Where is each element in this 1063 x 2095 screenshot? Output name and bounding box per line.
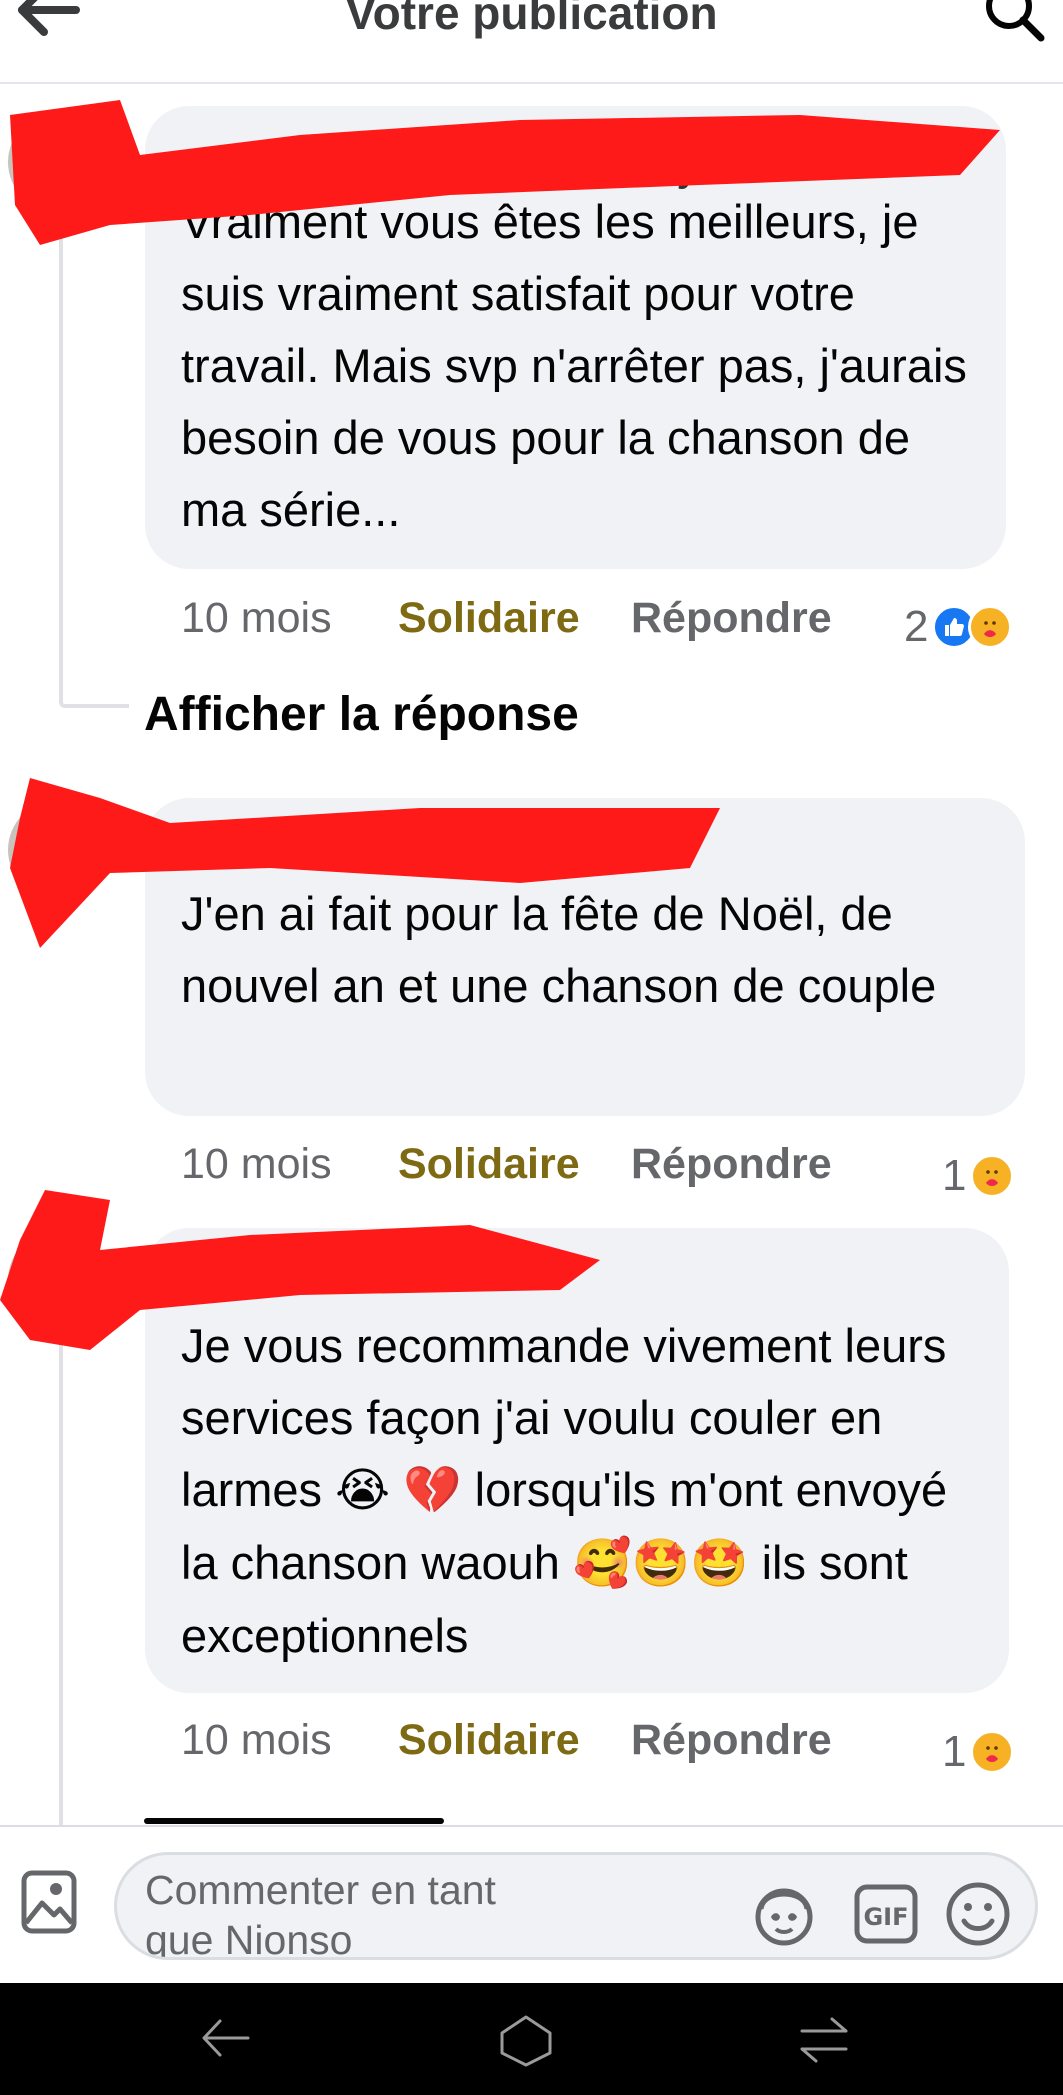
- thread-connector-hook: [59, 640, 129, 708]
- comment-bubble[interactable]: k y Vraiment vous êtes les meilleurs, je…: [145, 106, 1006, 569]
- comment-text: Vraiment vous êtes les meilleurs, je sui…: [181, 195, 967, 536]
- comment-input-placeholder: Commenter en tant que Nionso: [145, 1867, 496, 1960]
- comment-author[interactable]: k y: [645, 148, 698, 191]
- nav-recents-icon[interactable]: [796, 2013, 852, 2067]
- reaction-summary[interactable]: 2: [904, 597, 1013, 657]
- photo-icon[interactable]: [20, 1867, 80, 1937]
- top-bar: Votre publication: [0, 0, 1063, 84]
- comment-actions: 10 mois Solidaire Répondre: [181, 588, 832, 648]
- love-star-emojis: 🥰🤩🤩: [572, 1536, 749, 1591]
- gif-icon[interactable]: GIF: [851, 1879, 921, 1949]
- reply-button[interactable]: Répondre: [631, 1134, 832, 1194]
- reaction-count: 1: [942, 1727, 967, 1776]
- comment-text: Je vous recommande vivement leurs servic…: [181, 1310, 985, 1672]
- comment-time: 10 mois: [181, 594, 332, 642]
- emoji-icon[interactable]: [943, 1879, 1013, 1949]
- comment-actions: 10 mois Solidaire Répondre: [181, 1134, 832, 1194]
- comment-bubble[interactable]: J'en ai fait pour la fête de Noël, de no…: [145, 798, 1025, 1116]
- comment-actions: 10 mois Solidaire Répondre: [181, 1710, 832, 1770]
- system-navigation-bar: [0, 1983, 1063, 2095]
- care-reaction-icon: [968, 605, 1013, 649]
- svg-text:GIF: GIF: [863, 1903, 908, 1931]
- avatar-sticker-icon[interactable]: [749, 1879, 819, 1949]
- view-more-replies-link[interactable]: [144, 1808, 464, 1825]
- avatar[interactable]: [8, 1230, 108, 1330]
- comment-time: 10 mois: [181, 1716, 332, 1764]
- like-button[interactable]: Solidaire: [398, 588, 631, 648]
- nav-home-icon[interactable]: [496, 2013, 556, 2069]
- care-reaction-icon: [970, 1154, 1015, 1198]
- crying-emoji: 😭: [335, 1463, 391, 1518]
- comment-input[interactable]: Commenter en tant que Nionso GIF: [114, 1852, 1038, 1960]
- nav-back-icon[interactable]: [196, 2013, 256, 2063]
- care-reaction-icon: [970, 1730, 1015, 1774]
- comment-time: 10 mois: [181, 1140, 332, 1188]
- reaction-count: 2: [904, 602, 929, 651]
- reply-button[interactable]: Répondre: [631, 1710, 832, 1770]
- show-reply-link[interactable]: Afficher la réponse: [144, 687, 579, 742]
- avatar[interactable]: [8, 800, 108, 900]
- thread-connector: [59, 230, 63, 680]
- comment-composer: Commenter en tant que Nionso GIF: [0, 1825, 1063, 1983]
- search-icon[interactable]: [981, 0, 1047, 52]
- reaction-summary[interactable]: 1: [942, 1146, 1015, 1206]
- reaction-count: 1: [942, 1151, 967, 1200]
- reply-button[interactable]: Répondre: [631, 588, 832, 648]
- like-button[interactable]: Solidaire: [398, 1710, 631, 1770]
- comment-bubble[interactable]: Je vous recommande vivement leurs servic…: [145, 1228, 1009, 1693]
- thread-connector: [59, 1340, 63, 1825]
- page-title: Votre publication: [345, 0, 718, 39]
- avatar[interactable]: [8, 112, 108, 212]
- comment-text: J'en ai fait pour la fête de Noël, de no…: [181, 887, 937, 1012]
- reaction-summary[interactable]: 1: [942, 1722, 1015, 1782]
- broken-heart-emoji: 💔: [403, 1463, 462, 1518]
- like-button[interactable]: Solidaire: [398, 1134, 631, 1194]
